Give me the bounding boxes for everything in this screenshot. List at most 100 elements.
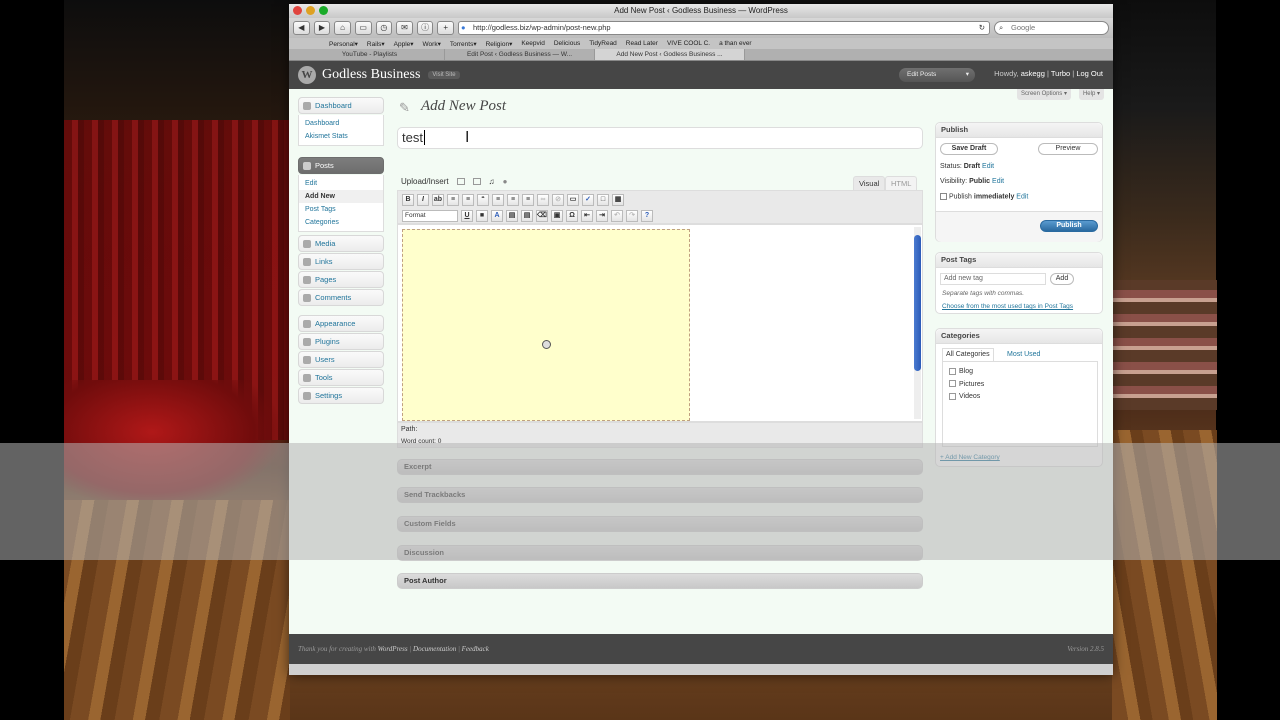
redo-button[interactable]: ↷ [626, 210, 638, 222]
most-used-tags-link[interactable]: Choose from the most used tags in Post T… [942, 303, 1073, 310]
minimize-window-button[interactable] [306, 6, 315, 15]
align-center-button[interactable]: ≡ [507, 194, 519, 206]
footer-wordpress-link[interactable]: WordPress [378, 645, 408, 653]
bookmark-delicious[interactable]: Delicious [554, 40, 580, 47]
bookmark-read-later[interactable]: Read Later [626, 40, 658, 47]
checkbox[interactable] [949, 380, 956, 388]
category-item[interactable]: Pictures [949, 379, 1091, 392]
bullet-list-button[interactable]: ≡ [447, 194, 459, 206]
close-window-button[interactable] [293, 6, 302, 15]
align-left-button[interactable]: ≡ [492, 194, 504, 206]
turbo-link[interactable]: Turbo [1051, 69, 1070, 78]
paste-text-button[interactable]: ▤ [506, 210, 518, 222]
submenu-edit[interactable]: Edit [299, 177, 383, 190]
more-tag-button[interactable]: ▭ [567, 194, 579, 206]
submenu-post-tags[interactable]: Post Tags [299, 203, 383, 216]
search-field[interactable]: ⌕ Google [994, 21, 1109, 35]
add-video-icon[interactable] [472, 178, 481, 185]
html-tab[interactable]: HTML [885, 176, 918, 190]
bookmark-vive-cool[interactable]: VIVE COOL C. [667, 40, 710, 47]
discussion-box[interactable]: Discussion [397, 545, 923, 561]
italic-button[interactable]: I [417, 194, 429, 206]
add-bookmark-button[interactable]: + [437, 21, 454, 35]
bookmark-apple[interactable]: Apple▾ [394, 40, 414, 48]
bookmarks-icon[interactable]: ▭ [354, 21, 372, 35]
add-image-icon[interactable] [456, 178, 465, 185]
custom-fields-box[interactable]: Custom Fields [397, 516, 923, 532]
outdent-button[interactable]: ⇤ [581, 210, 593, 222]
bookmark-religion[interactable]: Religion▾ [486, 40, 513, 48]
link-button[interactable]: ∞ [537, 194, 549, 206]
publish-button[interactable]: Publish [1040, 220, 1098, 232]
bookmark-keepvid[interactable]: Keepvid [521, 40, 545, 47]
site-name[interactable]: Godless Business [322, 67, 420, 83]
bookmark-tidyread[interactable]: TidyRead [589, 40, 617, 47]
category-item[interactable]: Videos [949, 391, 1091, 404]
undo-button[interactable]: ↶ [611, 210, 623, 222]
menu-comments[interactable]: Comments [298, 289, 384, 306]
menu-plugins[interactable]: Plugins [298, 333, 384, 350]
favorite-actions-dropdown[interactable]: Edit Posts ▾ [899, 68, 975, 82]
post-tags-title[interactable]: Post Tags [936, 253, 1102, 268]
history-icon[interactable]: ◷ [375, 21, 393, 35]
text-color-button[interactable]: A [491, 210, 503, 222]
checkbox[interactable] [949, 367, 956, 375]
add-tag-button[interactable]: Add [1050, 273, 1074, 285]
bookmark-than-ever[interactable]: a than ever [719, 40, 752, 47]
tab-most-used[interactable]: Most Used [1007, 349, 1040, 361]
menu-links[interactable]: Links [298, 253, 384, 270]
bookmark-rails[interactable]: Rails▾ [367, 40, 385, 48]
menu-dashboard[interactable]: Dashboard [298, 97, 384, 114]
menu-tools[interactable]: Tools [298, 369, 384, 386]
add-audio-icon[interactable]: ♫ [489, 177, 495, 186]
menu-posts[interactable]: Posts [298, 157, 384, 174]
fullscreen-button[interactable]: □ [597, 194, 609, 206]
post-title-input[interactable]: test [397, 127, 923, 149]
excerpt-box[interactable]: Excerpt [397, 459, 923, 475]
tab-add-new-post[interactable]: Add New Post ‹ Godless Business ... [595, 49, 745, 60]
submenu-categories[interactable]: Categories [299, 216, 383, 229]
editor-scrollbar[interactable] [914, 227, 921, 419]
send-trackbacks-box[interactable]: Send Trackbacks [397, 487, 923, 503]
submenu-add-new[interactable]: Add New [299, 190, 383, 203]
bookmark-torrents[interactable]: Torrents▾ [450, 40, 477, 48]
forward-button[interactable]: ▶ [313, 21, 331, 35]
help-tab[interactable]: Help ▾ [1078, 89, 1104, 100]
publish-box-title[interactable]: Publish [936, 123, 1102, 138]
submenu-dashboard[interactable]: Dashboard [299, 117, 383, 130]
tab-youtube[interactable]: YouTube - Playlists [295, 49, 445, 60]
add-media-icon[interactable]: ● [503, 177, 508, 186]
tab-all-categories[interactable]: All Categories [942, 348, 994, 361]
underline-button[interactable]: U [461, 210, 473, 222]
post-author-box[interactable]: Post Author [397, 573, 923, 589]
menu-settings[interactable]: Settings [298, 387, 384, 404]
align-right-button[interactable]: ≡ [522, 194, 534, 206]
kitchen-sink-button[interactable]: ▦ [612, 194, 624, 206]
media-button[interactable]: ▣ [551, 210, 563, 222]
visit-site-button[interactable]: Visit Site [428, 71, 460, 79]
justify-button[interactable]: ■ [476, 210, 488, 222]
help-button[interactable]: ? [641, 210, 653, 222]
info-icon[interactable]: ⓘ [416, 21, 434, 35]
new-tag-input[interactable]: Add new tag [940, 273, 1046, 285]
bookmark-personal[interactable]: Personal▾ [329, 40, 358, 48]
preview-button[interactable]: Preview [1038, 143, 1098, 155]
format-select[interactable]: Format [402, 210, 458, 222]
edit-visibility-link[interactable]: Edit [992, 178, 1004, 185]
username-link[interactable]: askegg [1021, 69, 1045, 78]
remove-format-button[interactable]: ⌫ [536, 210, 548, 222]
zoom-window-button[interactable] [319, 6, 328, 15]
home-icon[interactable]: ⌂ [334, 21, 351, 35]
address-bar[interactable]: ● http://godless.biz/wp-admin/post-new.p… [458, 21, 990, 35]
footer-feedback-link[interactable]: Feedback [462, 645, 489, 653]
editor-scrollbar-thumb[interactable] [914, 235, 921, 371]
strikethrough-button[interactable]: ab [432, 194, 444, 206]
numbered-list-button[interactable]: ≡ [462, 194, 474, 206]
bookmark-work[interactable]: Work▾ [423, 40, 441, 48]
spellcheck-button[interactable]: ✓ [582, 194, 594, 206]
edit-status-link[interactable]: Edit [982, 163, 994, 170]
special-character-button[interactable]: Ω [566, 210, 578, 222]
checkbox[interactable] [949, 392, 956, 400]
bold-button[interactable]: B [402, 194, 414, 206]
paste-word-button[interactable]: ▤ [521, 210, 533, 222]
